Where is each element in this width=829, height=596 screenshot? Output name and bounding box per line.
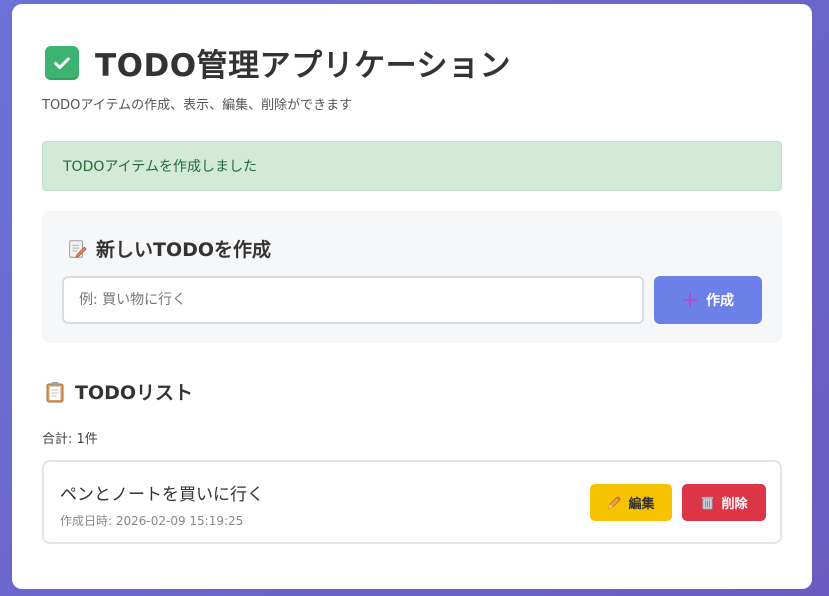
alert-message: TODOアイテムを作成しました	[63, 159, 257, 175]
edit-button[interactable]: 編集	[590, 484, 672, 521]
plus-icon	[682, 292, 698, 308]
page-title: TODO管理アプリケーション	[95, 48, 511, 84]
create-button-label: 作成	[706, 293, 734, 309]
delete-button-label: 削除	[721, 497, 748, 512]
create-button[interactable]: 作成	[654, 276, 762, 324]
header: TODO管理アプリケーション	[45, 40, 511, 85]
todo-item-text: ペンとノートを買いに行く	[60, 485, 264, 505]
todo-list-title: TODOリスト	[75, 382, 194, 404]
create-todo-panel: 新しいTODOを作成 作成	[42, 211, 782, 343]
todo-text-input[interactable]	[62, 276, 644, 324]
edit-button-label: 編集	[628, 497, 655, 512]
todo-list-header: TODOリスト	[45, 378, 193, 405]
create-todo-title: 新しいTODOを作成	[96, 239, 272, 261]
main-card: TODO管理アプリケーション TODOアイテムの作成、表示、編集、削除ができます…	[12, 4, 812, 589]
pencil-icon	[607, 495, 622, 510]
create-todo-header: 新しいTODOを作成	[66, 235, 271, 262]
trash-icon	[700, 495, 715, 510]
delete-button[interactable]: 削除	[682, 484, 766, 521]
todo-item: ペンとノートを買いに行く 作成日時: 2026-02-09 15:19:25 編…	[42, 460, 782, 544]
todo-count: 合計: 1件	[42, 432, 98, 447]
clipboard-icon	[45, 381, 65, 403]
check-mark-icon	[45, 45, 79, 80]
page-subtitle: TODOアイテムの作成、表示、編集、削除ができます	[42, 98, 353, 113]
success-alert: TODOアイテムを作成しました	[42, 141, 782, 191]
memo-icon	[66, 238, 88, 260]
todo-item-created-date: 作成日時: 2026-02-09 15:19:25	[60, 514, 244, 528]
